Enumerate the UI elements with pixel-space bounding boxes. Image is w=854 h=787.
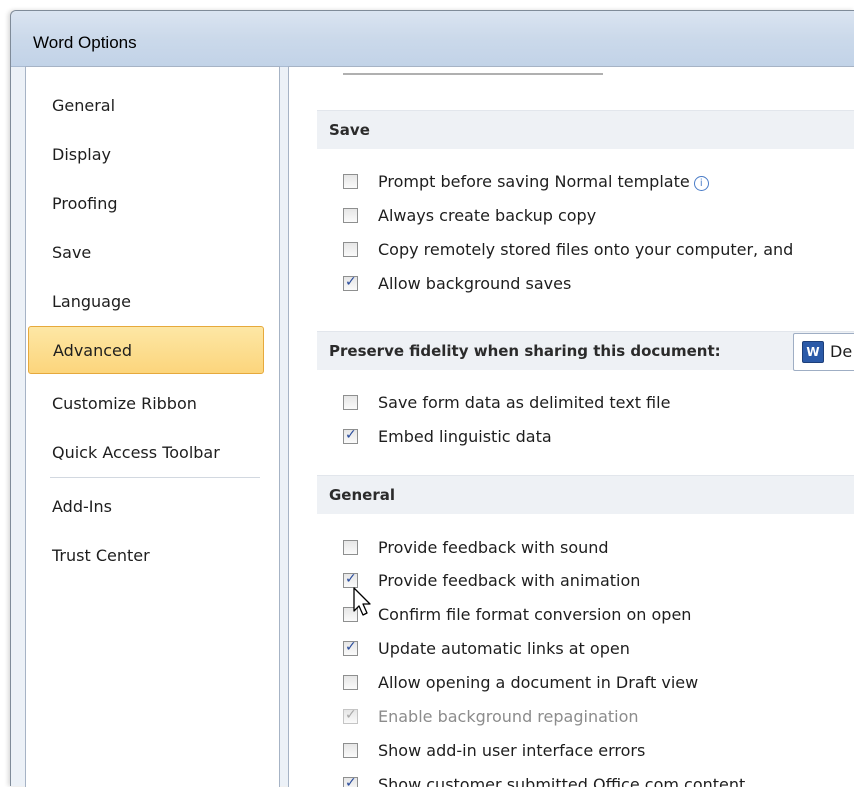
- nav-item-label: Customize Ribbon: [52, 394, 197, 413]
- nav-item-save[interactable]: Save: [26, 232, 279, 274]
- section-header-save: Save: [317, 110, 854, 149]
- checkbox[interactable]: [343, 242, 358, 257]
- checkbox: [343, 707, 358, 724]
- checkbox[interactable]: [343, 540, 358, 555]
- checkbox[interactable]: [343, 571, 358, 588]
- info-icon[interactable]: i: [693, 176, 709, 191]
- mouse-pointer-icon: [353, 587, 371, 616]
- section-header-general: General: [317, 475, 854, 514]
- option-label: Provide feedback with sound: [378, 538, 609, 557]
- nav-item-customize-ribbon[interactable]: Customize Ribbon: [26, 383, 279, 425]
- option-label: Show customer submitted Office.com conte…: [378, 775, 746, 787]
- checkbox[interactable]: [343, 174, 358, 189]
- option-label-text: Prompt before saving Normal template: [378, 172, 690, 191]
- checkbox[interactable]: [343, 208, 358, 223]
- nav-item-label: General: [52, 96, 116, 115]
- option-label: Allow background saves: [378, 274, 572, 293]
- nav-item-trust-center[interactable]: Trust Center: [26, 535, 279, 577]
- checkbox[interactable]: [343, 675, 358, 690]
- nav-item-label: Quick Access Toolbar: [52, 443, 220, 462]
- nav-item-label: Trust Center: [52, 546, 150, 565]
- option-label: Allow opening a document in Draft view: [378, 673, 699, 692]
- option-label: Prompt before saving Normal template i: [378, 172, 709, 191]
- option-label: Show add-in user interface errors: [378, 741, 646, 760]
- nav-item-general[interactable]: General: [26, 85, 279, 127]
- option-label: Provide feedback with animation: [378, 571, 641, 590]
- section-header-fidelity: Preserve fidelity when sharing this docu…: [317, 331, 854, 370]
- document-select[interactable]: W De: [793, 333, 854, 371]
- option-label: Enable background repagination: [378, 707, 639, 726]
- checkbox[interactable]: [343, 639, 358, 656]
- nav-divider: [50, 477, 260, 478]
- option-label: Always create backup copy: [378, 206, 597, 225]
- nav-item-add-ins[interactable]: Add-Ins: [26, 486, 279, 528]
- nav-item-label: Display: [52, 145, 111, 164]
- nav-item-language[interactable]: Language: [26, 281, 279, 323]
- option-label: Save form data as delimited text file: [378, 393, 671, 412]
- document-select-value: De: [830, 342, 853, 361]
- nav-item-label: Language: [52, 292, 131, 311]
- nav-item-quick-access-toolbar[interactable]: Quick Access Toolbar: [26, 432, 279, 474]
- nav-item-label: Advanced: [53, 341, 133, 360]
- checkbox[interactable]: [343, 743, 358, 758]
- nav-item-label: Add-Ins: [52, 497, 112, 516]
- section-title: General: [329, 486, 395, 504]
- clipped-option-row: [343, 67, 603, 75]
- option-label: Update automatic links at open: [378, 639, 630, 658]
- nav-item-proofing[interactable]: Proofing: [26, 183, 279, 225]
- title-bar[interactable]: Word Options: [11, 11, 854, 67]
- word-document-icon: W: [802, 341, 824, 363]
- section-title: Save: [329, 121, 370, 139]
- option-label: Copy remotely stored files onto your com…: [378, 240, 794, 259]
- nav-item-label: Save: [52, 243, 92, 262]
- word-options-dialog: Word Options General Display Proofing Sa…: [10, 10, 854, 787]
- checkbox[interactable]: [343, 274, 358, 291]
- checkbox[interactable]: [343, 427, 358, 444]
- option-label: Embed linguistic data: [378, 427, 552, 446]
- nav-item-label: Proofing: [52, 194, 118, 213]
- section-title: Preserve fidelity when sharing this docu…: [329, 342, 721, 360]
- advanced-options-panel[interactable]: Save Prompt before saving Normal templat…: [288, 66, 854, 787]
- checkbox[interactable]: [343, 775, 358, 787]
- checkbox[interactable]: [343, 395, 358, 410]
- window-title: Word Options: [33, 33, 137, 52]
- options-nav: General Display Proofing Save Language A…: [25, 66, 280, 787]
- option-label: Confirm file format conversion on open: [378, 605, 692, 624]
- nav-item-display[interactable]: Display: [26, 134, 279, 176]
- nav-item-advanced[interactable]: Advanced: [28, 326, 264, 374]
